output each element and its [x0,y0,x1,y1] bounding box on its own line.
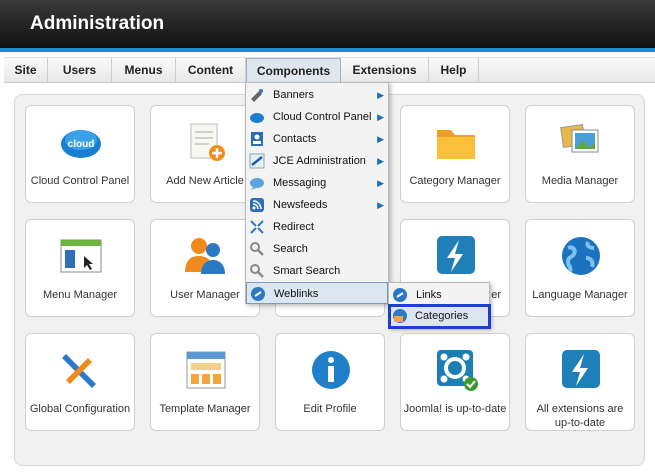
tile-global-configuration[interactable]: Global Configuration [25,333,135,431]
menu-item-jce-administration[interactable]: JCE Administration ▶ [246,150,388,172]
menu-help[interactable]: Help [429,58,479,83]
search-icon [250,264,264,278]
tile-media-manager[interactable]: Media Manager [525,105,635,203]
info-icon [312,351,350,389]
app-title: Administration [30,13,165,34]
tile-label: Template Manager [159,403,251,415]
menu-icon [60,239,102,273]
tile-label: Media Manager [541,175,619,187]
submenu-arrow-icon: ▶ [377,134,384,144]
menu-item-newsfeeds[interactable]: Newsfeeds ▶ [246,194,388,216]
weblinks-icon [393,288,407,302]
menu-users[interactable]: Users [48,58,112,83]
redirect-icon [250,220,264,234]
submenu-arrow-icon: ▶ [377,200,384,210]
tile-joomla-update[interactable]: Joomla! is up-to-date [400,333,510,431]
joomla-icon [437,350,478,391]
menu-item-messaging[interactable]: Messaging ▶ [246,172,388,194]
app-header: Administration [0,0,655,52]
submenu-item-label: Categories [415,310,469,322]
template-icon [186,351,226,389]
tile-category-manager[interactable]: Category Manager [400,105,510,203]
submenu-item-categories[interactable]: Categories [388,304,491,329]
tile-user-manager[interactable]: User Manager [150,219,260,317]
menu-item-redirect[interactable]: Redirect [246,216,388,238]
tile-label: Menu Manager [43,289,117,301]
weblinks-icon [251,287,265,301]
tile-label: Add New Article [166,175,244,187]
tile-label: All extensions are up-to-date [536,403,624,429]
banners-icon [251,89,263,102]
menu-content[interactable]: Content [176,58,246,83]
folder-icon [437,130,475,159]
menu-item-smart-search[interactable]: Smart Search [246,260,388,282]
contacts-icon [251,132,263,146]
menu-item-search[interactable]: Search [246,238,388,260]
menu-item-cloud-control-panel[interactable]: Cloud Control Panel ▶ [246,106,388,128]
submenu-arrow-icon: ▶ [377,178,384,188]
menu-menus[interactable]: Menus [112,58,176,83]
menu-item-weblinks[interactable]: Weblinks [246,282,388,304]
tile-add-new-article[interactable]: Add New Article [150,105,260,203]
flash-icon [437,236,475,274]
cloud-icon: cloud [61,130,101,158]
tile-label: Global Configuration [29,403,131,415]
tile-label: Cloud Control Panel [30,175,130,187]
components-dropdown: Banners ▶ Cloud Control Panel ▶ Contacts ▶ … [245,82,389,304]
tile-menu-manager[interactable]: Menu Manager [25,219,135,317]
globe-icon [562,237,600,275]
tile-cloud-control-panel[interactable]: cloud Cloud Control Panel [25,105,135,203]
submenu-arrow-icon: ▶ [377,156,384,166]
tools-icon [62,354,96,388]
tile-template-manager[interactable]: Template Manager [150,333,260,431]
jce-icon [249,153,265,169]
svg-text:cloud: cloud [68,139,95,150]
tile-label: User Manager [170,289,240,301]
flash-icon [562,350,600,388]
tile-extensions-update[interactable]: All extensions are up-to-date [525,333,635,431]
tile-label: Edit Profile [303,403,357,415]
tile-edit-profile[interactable]: Edit Profile [275,333,385,431]
submenu-arrow-icon: ▶ [377,112,384,122]
menu-item-banners[interactable]: Banners ▶ [246,84,388,106]
submenu-arrow-icon: ▶ [377,90,384,100]
tile-label: Joomla! is up-to-date [403,403,507,415]
menu-components[interactable]: Components [246,58,341,83]
tile-label: Language Manager [532,289,628,301]
tile-language-manager[interactable]: Language Manager [525,219,635,317]
category-icon [393,309,407,323]
messaging-icon [250,178,264,190]
menu-extensions[interactable]: Extensions [341,58,429,83]
cloud-icon [250,113,264,123]
menu-site[interactable]: Site [4,58,48,83]
submenu-item-links[interactable]: Links [389,284,489,306]
search-icon [250,242,264,256]
menu-item-contacts[interactable]: Contacts ▶ [246,128,388,150]
add-article-icon [190,123,225,161]
tile-label: Category Manager [409,175,501,187]
users-icon [185,238,225,274]
media-icon [560,124,599,153]
rss-icon [250,198,264,212]
main-menu-bar: Site Users Menus Content Components Exte… [4,57,655,83]
